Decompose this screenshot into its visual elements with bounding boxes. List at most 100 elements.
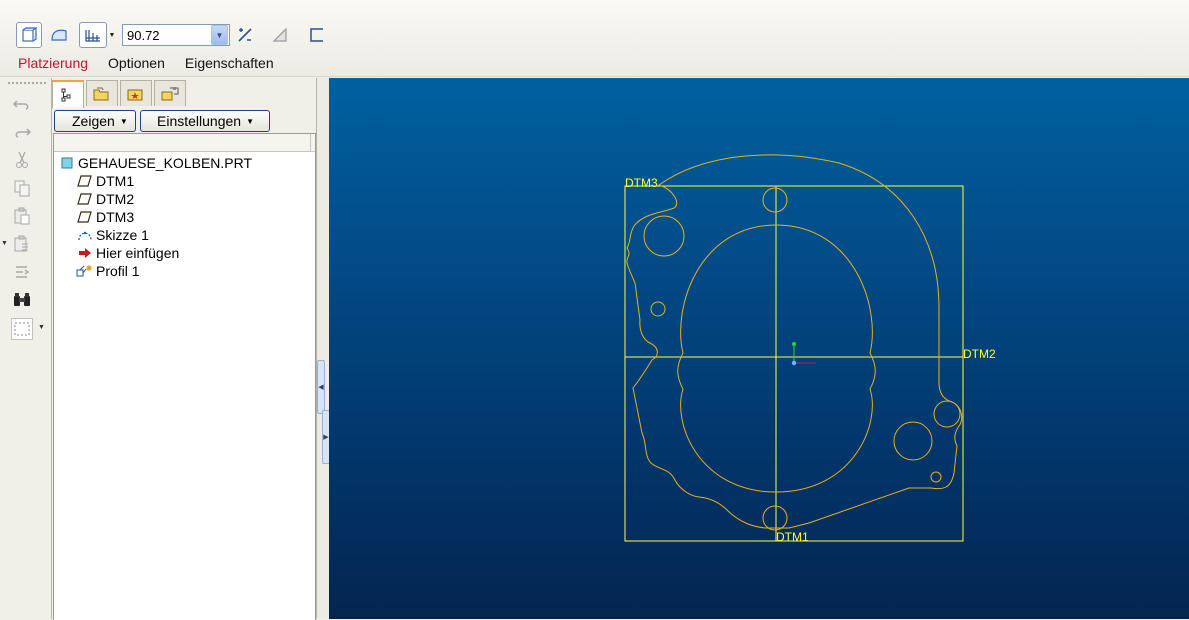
tree-item-label: GEHAUESE_KOLBEN.PRT xyxy=(78,155,253,171)
settings-button[interactable]: Einstellungen ▼ xyxy=(140,110,270,132)
undo-icon xyxy=(12,100,29,110)
surface-extrude-button[interactable] xyxy=(47,22,71,48)
bolt-hole-bottom[interactable] xyxy=(762,505,788,531)
tree-item-dtm2[interactable]: DTM2 xyxy=(76,190,134,208)
depth-option-dropdown-icon[interactable]: ▼ xyxy=(108,29,116,41)
left-toolbar: ▼ ▼ xyxy=(0,78,50,619)
chevron-down-icon: ▼ xyxy=(246,116,254,126)
mount-hole-right-boss[interactable] xyxy=(933,400,961,428)
binoculars-icon xyxy=(14,293,30,306)
redo-button[interactable] xyxy=(11,122,33,142)
bolt-hole-top[interactable] xyxy=(762,187,788,213)
depth-option-button[interactable] xyxy=(79,22,107,48)
connections-icon xyxy=(161,86,179,100)
copy-button[interactable] xyxy=(11,178,33,198)
show-button-label: Zeigen xyxy=(72,113,115,129)
depth-value-select[interactable]: 90.72 ▼ xyxy=(122,24,230,46)
sketch-icon xyxy=(76,227,94,243)
csys-y-tip xyxy=(792,342,796,346)
tree-item-label: Profil 1 xyxy=(96,263,140,279)
tree-item-profile[interactable]: Profil 1 xyxy=(76,262,140,280)
tree-item-label: Skizze 1 xyxy=(96,227,149,243)
part-icon xyxy=(58,155,76,171)
chevron-down-icon: ▼ xyxy=(119,116,128,126)
select-box-icon xyxy=(14,322,30,336)
feature-dashboard: ▼ 90.72 ▼ Platzierung Optionen Eigenscha… xyxy=(0,0,1189,77)
paste-special-button[interactable] xyxy=(11,234,33,254)
tab-model-tree[interactable] xyxy=(52,80,84,108)
flip-direction-button[interactable] xyxy=(235,22,255,48)
datum-label-dtm2[interactable]: DTM2 xyxy=(963,347,996,361)
tab-favorites[interactable] xyxy=(120,80,152,106)
redo-icon xyxy=(15,128,32,138)
paste-dropdown-icon[interactable]: ▼ xyxy=(1,240,8,247)
tree-item-dtm1[interactable]: DTM1 xyxy=(76,172,134,190)
solid-extrude-button[interactable] xyxy=(16,22,42,48)
insert-arrow-icon xyxy=(76,245,94,261)
navigator-buttons: Zeigen ▼ Einstellungen ▼ xyxy=(54,110,270,132)
csys-origin xyxy=(791,360,797,366)
datum-plane-icon xyxy=(76,209,94,225)
mount-hole-left-large[interactable] xyxy=(643,215,685,257)
chevron-down-icon[interactable]: ▼ xyxy=(211,25,228,45)
undo-button[interactable] xyxy=(11,94,33,114)
settings-button-label: Einstellungen xyxy=(157,113,242,129)
navigator-panel: Zeigen ▼ Einstellungen ▼ GEHAUESE_KOLBEN.P… xyxy=(51,78,317,620)
thicken-sketch-button[interactable] xyxy=(308,22,326,48)
tab-platzierung[interactable]: Platzierung xyxy=(0,53,98,73)
tree-item-sketch[interactable]: Skizze 1 xyxy=(76,226,149,244)
datum-plane-icon xyxy=(76,191,94,207)
paste-special-icon xyxy=(14,235,28,252)
cut-button[interactable] xyxy=(11,150,33,170)
favorites-icon xyxy=(127,89,143,100)
dashboard-tab-strip: Platzierung Optionen Eigenschaften xyxy=(0,53,284,73)
copy-icon xyxy=(14,180,30,197)
model-tree: GEHAUESE_KOLBEN.PRT DTM1 DTM2 DTM3 Skizz… xyxy=(53,133,316,620)
model-tree-header xyxy=(54,134,315,152)
paste-button[interactable] xyxy=(11,206,33,226)
graphics-window[interactable]: DTM3 DTM2 DTM1 xyxy=(329,78,1189,619)
toolbar-grip[interactable] xyxy=(8,82,46,84)
datum-label-dtm1[interactable]: DTM1 xyxy=(776,530,809,544)
tree-item-dtm3[interactable]: DTM3 xyxy=(76,208,134,226)
tree-item-label: DTM1 xyxy=(96,173,135,189)
housing-outline[interactable] xyxy=(626,154,963,529)
blind-depth-icon xyxy=(85,30,100,42)
surface-icon xyxy=(51,29,67,41)
paste-icon xyxy=(14,207,30,225)
select-box-button[interactable] xyxy=(11,318,33,340)
tab-folder-browser[interactable] xyxy=(86,80,118,106)
thicken-icon xyxy=(310,28,323,42)
mount-hole-right-large[interactable] xyxy=(893,421,933,461)
select-dropdown-icon[interactable]: ▼ xyxy=(38,324,45,331)
extrude-feature-icon xyxy=(76,263,94,279)
depth-value: 90.72 xyxy=(127,27,160,43)
tree-item-label: Hier einfügen xyxy=(96,245,180,261)
tree-item-insert-here[interactable]: Hier einfügen xyxy=(76,244,179,262)
datum-label-dtm3[interactable]: DTM3 xyxy=(625,176,658,190)
sketch-canvas[interactable] xyxy=(329,78,1189,619)
solid-icon xyxy=(22,27,37,42)
model-tree-icon xyxy=(61,88,71,102)
remove-material-button[interactable] xyxy=(270,22,290,48)
scissors-icon xyxy=(16,151,28,168)
mount-hole-left-small[interactable] xyxy=(650,301,666,317)
flip-direction-icon xyxy=(238,28,252,42)
tree-item-part[interactable]: GEHAUESE_KOLBEN.PRT xyxy=(58,154,252,172)
regenerate-icon xyxy=(16,266,30,278)
regenerate-button[interactable] xyxy=(11,262,33,282)
tree-item-label: DTM2 xyxy=(96,191,135,207)
tab-optionen[interactable]: Optionen xyxy=(98,53,175,73)
remove-material-icon xyxy=(272,27,287,42)
collapse-left-icon[interactable]: ◀ xyxy=(317,360,325,414)
datum-plane-icon xyxy=(76,173,94,189)
navigator-tabs xyxy=(52,80,188,108)
tab-connections[interactable] xyxy=(154,80,186,106)
find-button[interactable] xyxy=(11,290,33,310)
mount-hole-right-small[interactable] xyxy=(930,471,942,483)
tab-eigenschaften[interactable]: Eigenschaften xyxy=(175,53,284,73)
show-button[interactable]: Zeigen ▼ xyxy=(54,110,136,132)
tree-item-label: DTM3 xyxy=(96,209,135,225)
folder-icon xyxy=(93,87,109,100)
panel-splitter[interactable]: ◀ ▶ xyxy=(316,78,330,619)
